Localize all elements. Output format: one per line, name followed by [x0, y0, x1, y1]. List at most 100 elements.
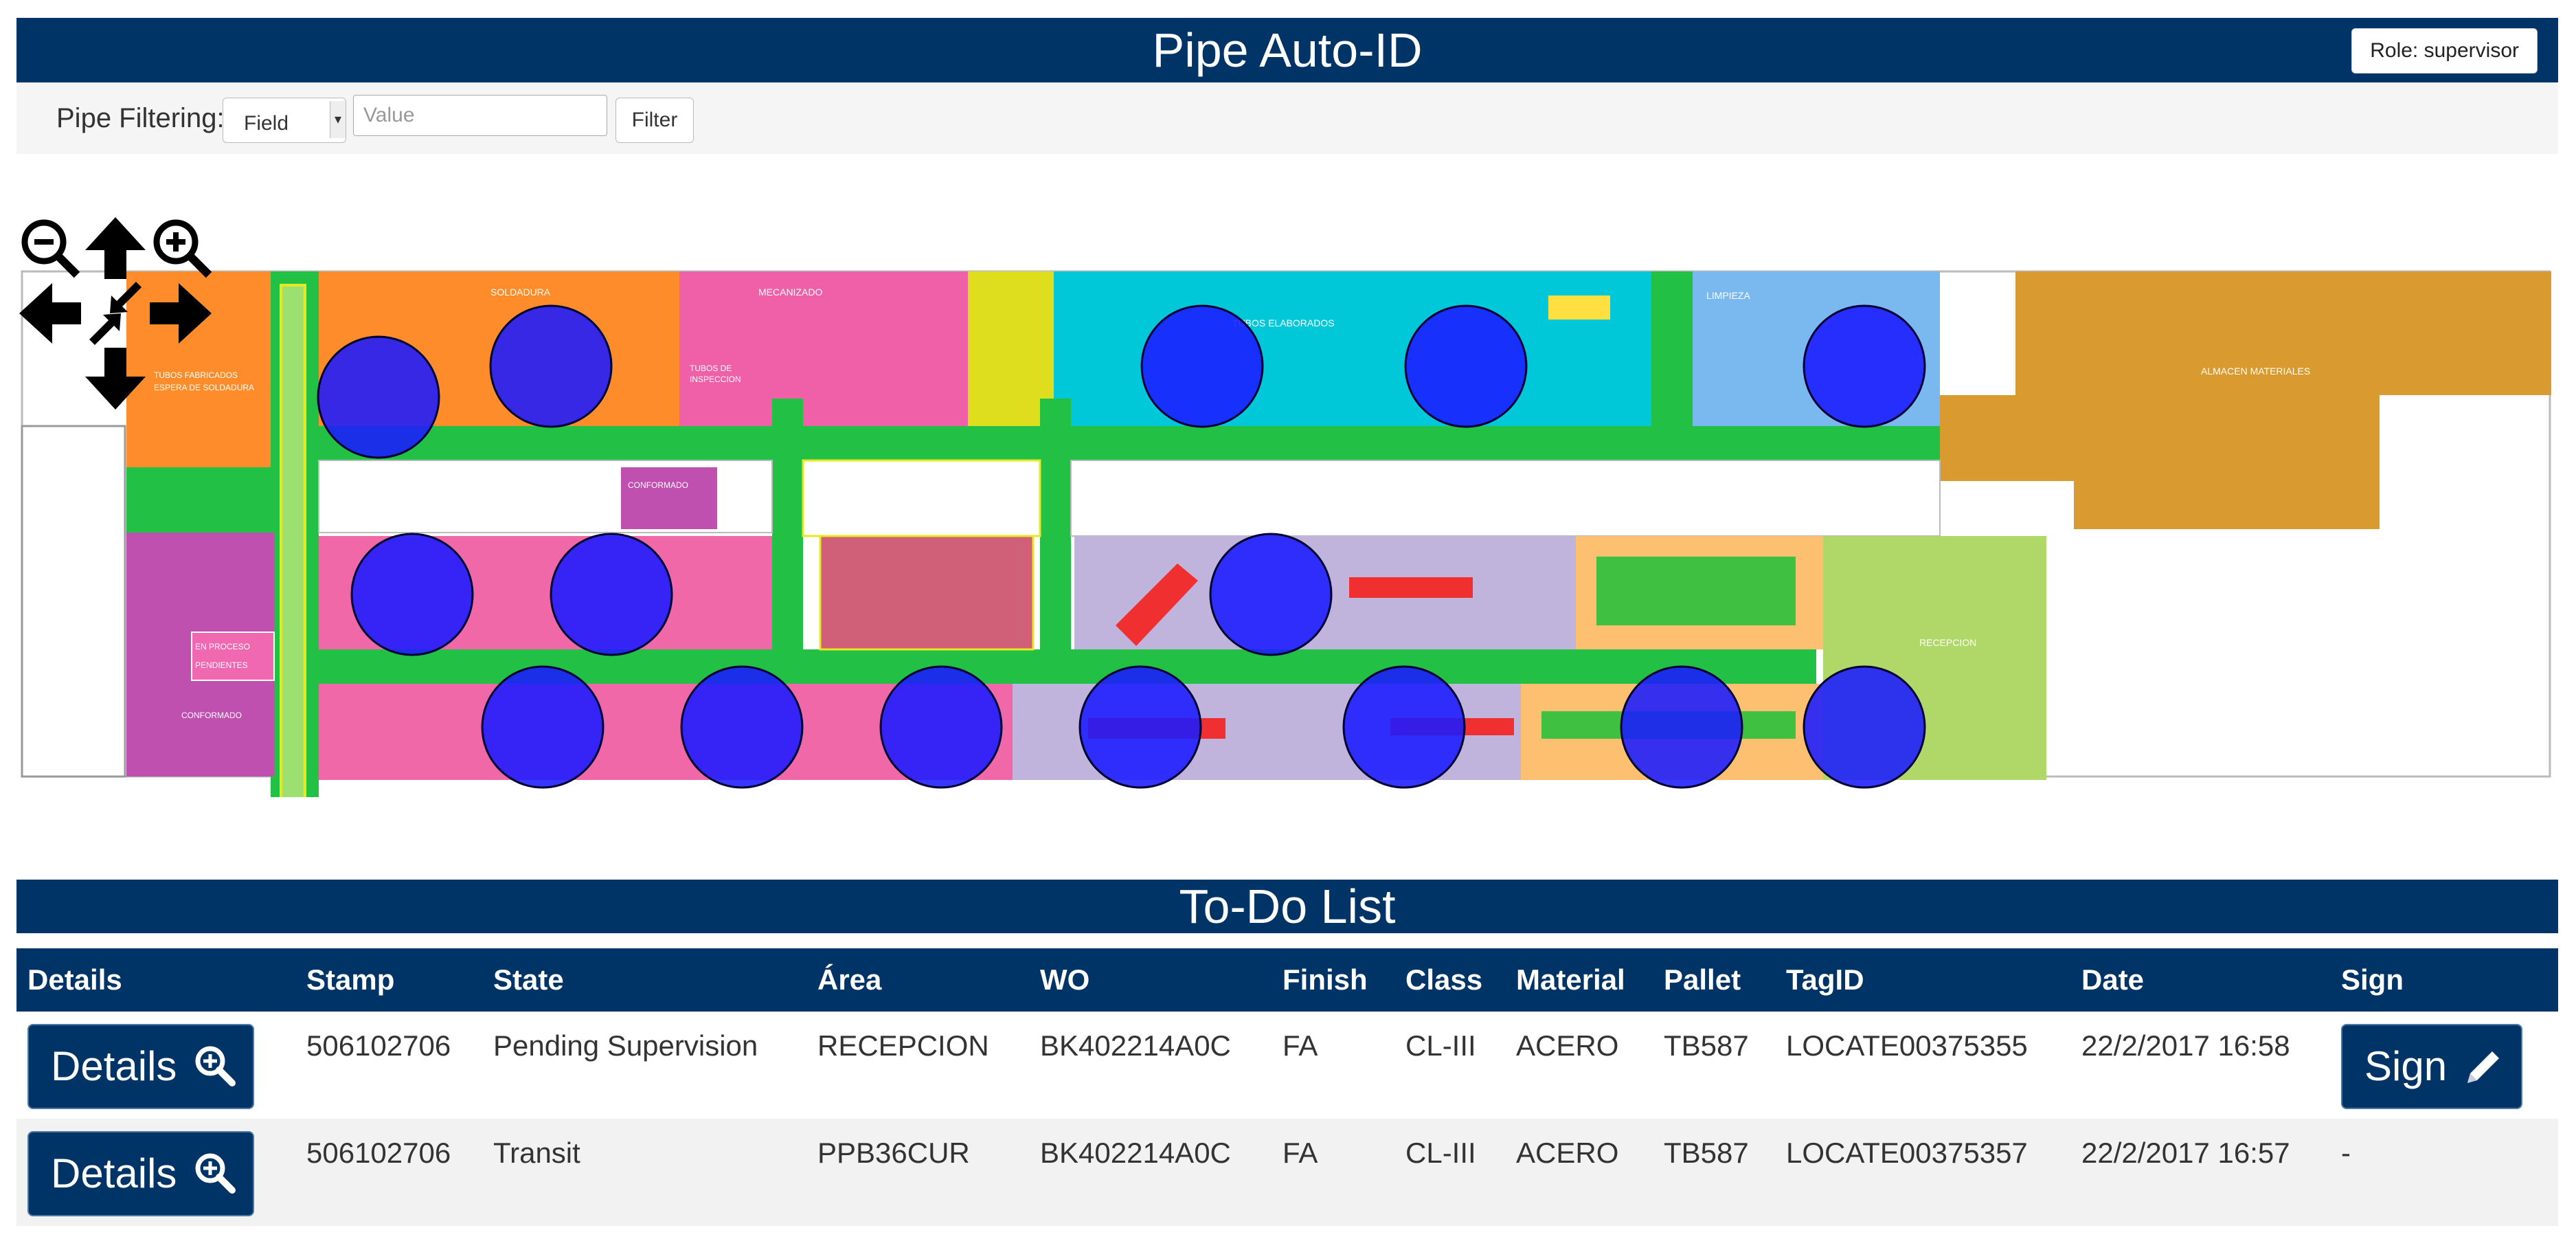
zone-conformado-top — [621, 467, 717, 529]
pan-up-icon[interactable] — [82, 214, 148, 280]
column-header-wo: WO — [1040, 963, 1090, 996]
cell-area: PPB36CUR — [817, 1137, 970, 1169]
column-header-tagid: TagID — [1786, 963, 1864, 996]
pipe-marker[interactable] — [1803, 304, 1926, 428]
cell-pallet: TB587 — [1664, 1137, 1749, 1169]
cell-tagid: LOCATE00375357 — [1786, 1137, 2028, 1169]
equipment-red-1 — [1349, 577, 1473, 598]
zoom-out-icon[interactable] — [16, 214, 82, 280]
zone-mecanizado — [679, 271, 968, 426]
pipe-marker[interactable] — [317, 335, 440, 459]
column-header-material: Material — [1516, 963, 1625, 996]
label-en-proceso: EN PROCESO — [195, 642, 250, 651]
zone-hatch — [1548, 295, 1610, 320]
app-header: Pipe Auto-ID Role: supervisor — [16, 18, 2558, 82]
cell-wo: BK402214A0C — [1040, 1029, 1231, 1062]
pipe-marker[interactable] — [481, 665, 605, 789]
corridor-vertical-2 — [772, 399, 803, 649]
filter-button[interactable]: Filter — [615, 98, 694, 143]
label-recepcion: RECEPCION — [1919, 637, 1976, 648]
cell-finish: FA — [1283, 1137, 1318, 1169]
floor-plan: SOLDADURA TUBOS FABRICADOS ESPERA DE SOL… — [21, 270, 2551, 797]
cell-class: CL-III — [1405, 1029, 1476, 1062]
offices-c — [1070, 460, 1941, 537]
corridor-vertical-3 — [1040, 399, 1071, 649]
cell-sign: - — [2341, 1137, 2351, 1169]
sign-button[interactable]: Sign — [2341, 1024, 2522, 1109]
pipe-marker[interactable] — [1620, 665, 1743, 789]
cell-finish: FA — [1283, 1029, 1318, 1062]
label-mecanizado: MECANIZADO — [758, 287, 822, 298]
cell-date: 22/2/2017 16:58 — [2081, 1029, 2290, 1062]
label-tubos-inspeccion: TUBOS DE — [690, 364, 732, 373]
pan-right-icon[interactable] — [148, 280, 214, 346]
cell-stamp: 506102706 — [306, 1029, 451, 1062]
cell-class: CL-III — [1405, 1137, 1476, 1169]
label-conformado-bottom: CONFORMADO — [181, 711, 242, 720]
floor-plan-map[interactable]: SOLDADURA TUBOS FABRICADOS ESPERA DE SOL… — [16, 206, 2558, 797]
cell-date: 22/2/2017 16:57 — [2081, 1137, 2290, 1169]
label-soldadura: SOLDADURA — [490, 287, 551, 298]
column-header-finish: Finish — [1283, 963, 1368, 996]
role-button[interactable]: Role: supervisor — [2351, 28, 2538, 74]
todo-table-header: Details Stamp State Área WO Finish Class… — [16, 948, 2558, 1012]
cell-material: ACERO — [1516, 1029, 1619, 1062]
search-icon — [195, 1153, 236, 1194]
pipe-marker[interactable] — [1803, 665, 1926, 789]
column-header-area: Área — [817, 963, 882, 996]
column-header-stamp: Stamp — [306, 963, 395, 996]
pan-left-icon[interactable] — [16, 280, 82, 346]
pipe-marker[interactable] — [1342, 665, 1466, 789]
label-almacen: ALMACEN MATERIALES — [2201, 366, 2310, 377]
map-navigation — [16, 214, 216, 414]
details-button[interactable]: Details — [27, 1024, 254, 1109]
column-header-state: State — [493, 963, 564, 996]
field-select-value: Field — [244, 112, 289, 135]
zone-en-proceso — [191, 632, 275, 681]
label-tubos-inspeccion-2: INSPECCION — [690, 375, 741, 384]
zoom-in-icon[interactable] — [148, 214, 214, 280]
label-conformado-top: CONFORMADO — [628, 480, 688, 490]
pipe-marker[interactable] — [680, 665, 804, 789]
pipe-marker[interactable] — [879, 665, 1003, 789]
pipe-marker[interactable] — [1078, 665, 1202, 789]
pan-down-icon[interactable] — [82, 346, 148, 412]
sign-button-label: Sign — [2364, 1043, 2448, 1089]
filter-label: Pipe Filtering: — [56, 103, 225, 133]
label-limpieza: LIMPIEZA — [1706, 290, 1750, 301]
todo-title: To-Do List — [16, 880, 2558, 933]
pipe-marker[interactable] — [1140, 304, 1264, 428]
table-row: Details 506102706 Transit PPB36CUR BK402… — [16, 1119, 2558, 1226]
column-header-class: Class — [1405, 963, 1483, 996]
pipe-marker[interactable] — [350, 533, 474, 656]
cell-pallet: TB587 — [1664, 1029, 1749, 1062]
app-title: Pipe Auto-ID — [1152, 23, 1423, 77]
pipe-marker[interactable] — [489, 304, 613, 428]
search-icon — [195, 1046, 236, 1086]
details-button[interactable]: Details — [27, 1131, 254, 1216]
column-header-pallet: Pallet — [1664, 963, 1741, 996]
pipe-marker[interactable] — [1404, 304, 1528, 428]
value-input[interactable] — [353, 95, 607, 136]
cell-tagid: LOCATE00375355 — [1786, 1029, 2028, 1062]
zoom-extent-icon[interactable] — [82, 280, 148, 346]
details-button-label: Details — [51, 1150, 177, 1196]
pipe-marker[interactable] — [550, 533, 673, 656]
cell-state: Transit — [493, 1137, 580, 1169]
pencil-icon — [2467, 1051, 2499, 1083]
details-button-label: Details — [51, 1043, 177, 1089]
corridor-top-right — [1651, 271, 1693, 436]
cell-material: ACERO — [1516, 1137, 1619, 1169]
cell-area: RECEPCION — [817, 1029, 989, 1062]
column-header-date: Date — [2081, 963, 2145, 996]
cell-state: Pending Supervision — [493, 1029, 758, 1062]
field-select[interactable]: Field ▾ — [223, 98, 346, 143]
table-row: Details 506102706 Pending Supervision RE… — [16, 1012, 2558, 1119]
annex-left — [21, 425, 126, 778]
hatched-lane — [280, 284, 306, 797]
chevron-down-icon: ▾ — [330, 101, 346, 138]
cell-wo: BK402214A0C — [1040, 1137, 1231, 1169]
pipe-marker[interactable] — [1209, 533, 1333, 656]
corridor-top-horizontal — [319, 426, 1940, 460]
column-header-sign: Sign — [2341, 963, 2404, 996]
